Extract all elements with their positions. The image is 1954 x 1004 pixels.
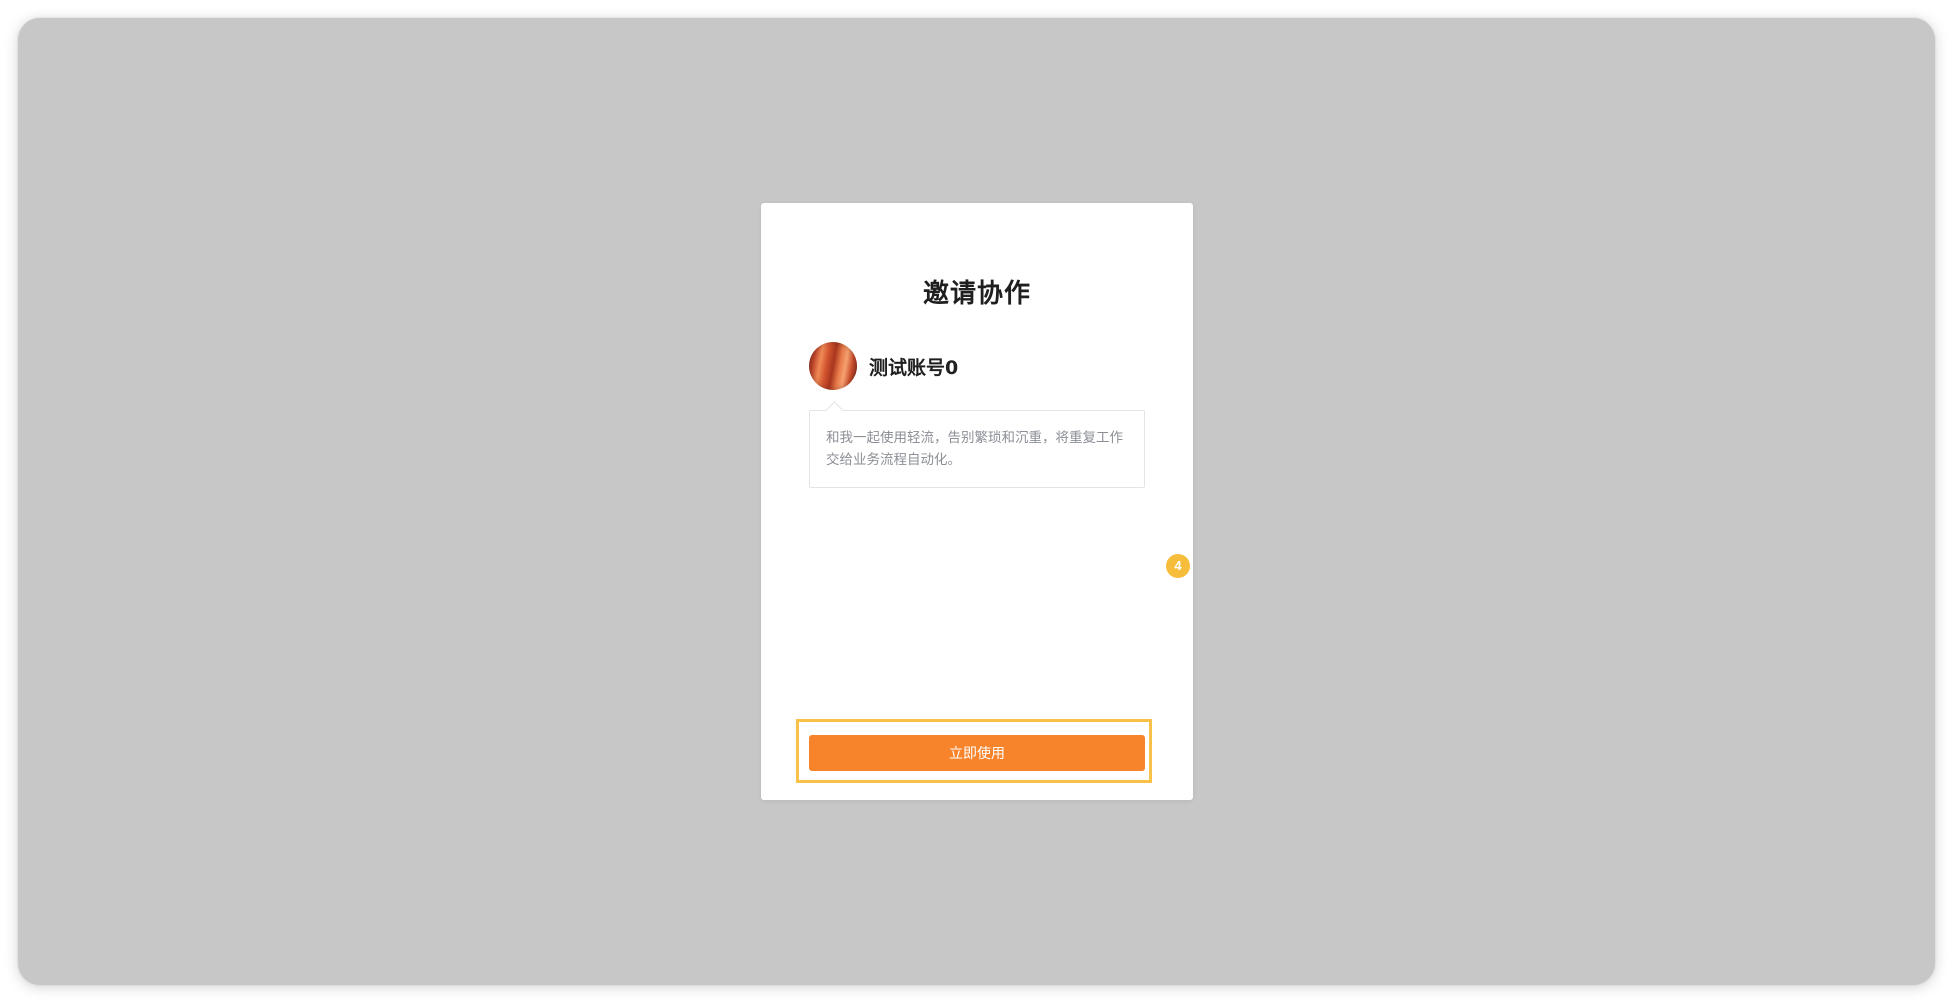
sender-name: 测试账号0 [869, 356, 959, 379]
step-number-badge: 4 [1166, 554, 1190, 578]
invite-message-bubble: 和我一起使用轻流，告别繁琐和沉重，将重复工作交给业务流程自动化。 [809, 410, 1145, 488]
dialog-title: 邀请协作 [922, 279, 1031, 309]
sender-info: 测试账号0 [809, 342, 958, 390]
app-window: 邀请协作 测试账号0 和我一起使用轻流，告别繁琐和沉重，将重复工作交给业务流程自… [18, 18, 1935, 985]
invite-message-text: 和我一起使用轻流，告别繁琐和沉重，将重复工作交给业务流程自动化。 [826, 430, 1123, 468]
avatar [809, 342, 857, 390]
use-now-button[interactable]: 立即使用 [809, 735, 1145, 771]
invite-dialog: 邀请协作 测试账号0 和我一起使用轻流，告别繁琐和沉重，将重复工作交给业务流程自… [761, 203, 1193, 800]
